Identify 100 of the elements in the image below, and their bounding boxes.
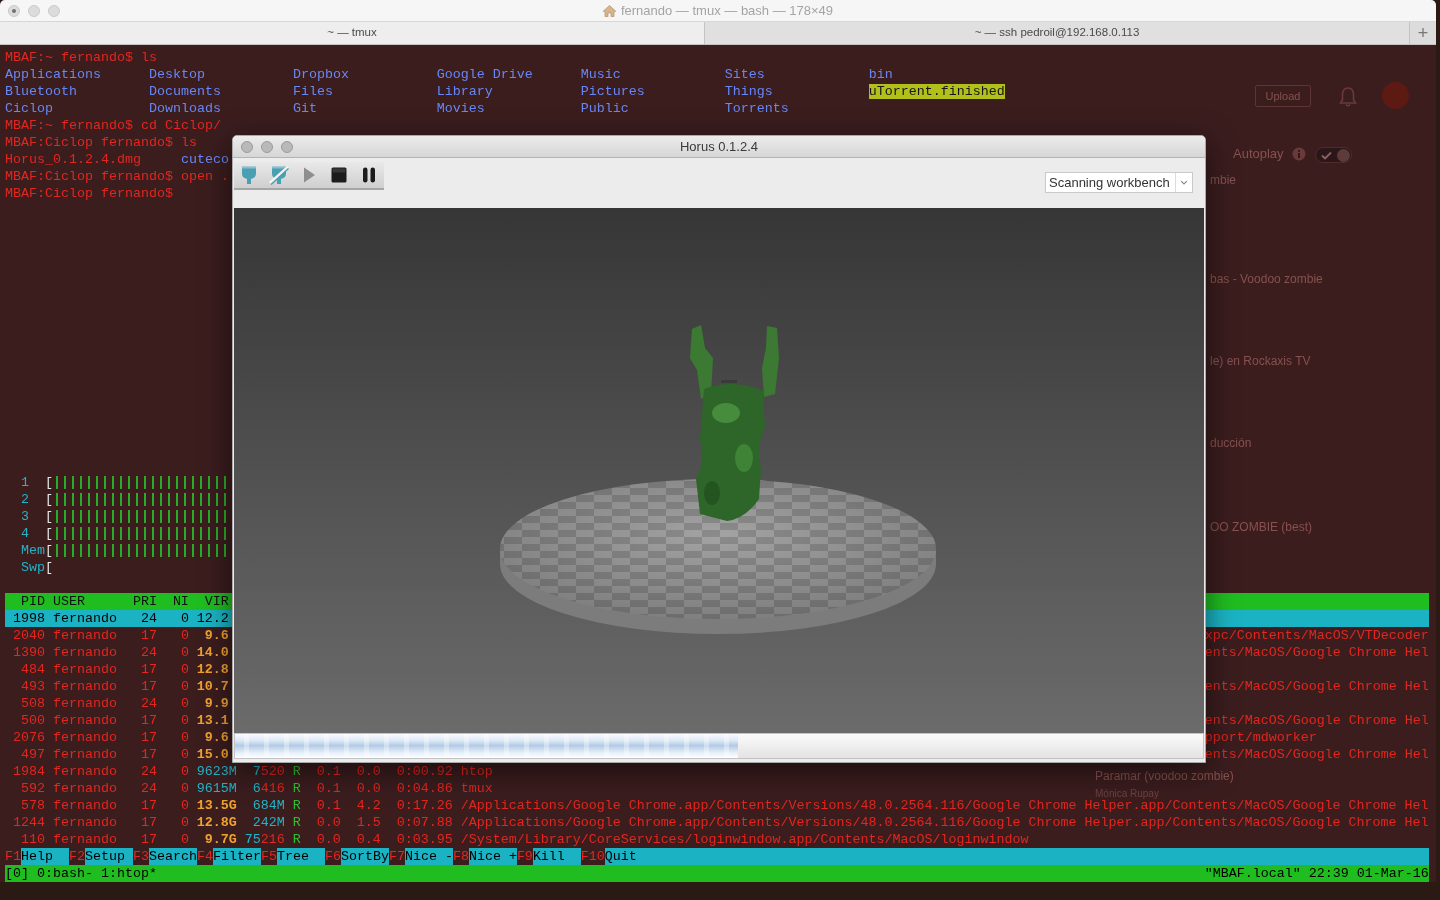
meter-label: Mem — [21, 542, 45, 559]
table-cell-text: 9.6 — [203, 627, 229, 644]
minimize-button[interactable] — [28, 4, 40, 17]
table-cell: /Applications/Google Chrome.app/Contents/Versions/48.0.2564.116/Google Chrome Helper.app/Contents/MacOS/Google Chrome Hel — [460, 814, 1429, 831]
table-cell-text: 24 — [139, 780, 157, 797]
directory-name[interactable]: bin — [868, 67, 893, 82]
table-cell-text: 0 — [179, 729, 189, 746]
window-tab[interactable]: 1:htop* — [100, 865, 157, 882]
function-key-button[interactable]: F6SortBy — [324, 848, 389, 865]
table-cell-text: 0 — [179, 763, 189, 780]
table-cell-text: 0 — [179, 780, 189, 797]
file-name[interactable]: Horus_0.1.2.4.dmg — [5, 152, 141, 167]
function-key-button[interactable]: F5Tree — [260, 848, 325, 865]
table-cell: 14.0 — [196, 644, 229, 661]
function-key-button[interactable]: F10Quit — [580, 848, 645, 865]
column-header[interactable]: PID — [5, 593, 45, 610]
directory-name[interactable]: Sites — [724, 67, 765, 82]
directory-name[interactable]: Desktop — [148, 67, 205, 82]
directory-name[interactable]: uTorrent.finished — [868, 84, 1005, 99]
bell-icon[interactable] — [1338, 86, 1358, 108]
avatar-circle[interactable] — [1382, 82, 1409, 109]
table-cell: htop — [460, 763, 493, 780]
directory-name[interactable]: Torrents — [724, 101, 789, 116]
directory-name[interactable]: Files — [292, 84, 333, 99]
table-cell-text: 4.2 — [355, 797, 381, 814]
meter-bracket: [ — [44, 559, 53, 576]
video-title[interactable]: le) en Rockaxis TV — [1210, 354, 1311, 368]
meter-bracket: [ — [44, 525, 53, 542]
column-header[interactable]: PRI — [132, 593, 157, 610]
connect-button[interactable] — [239, 165, 259, 185]
table-cell-text: 17 — [139, 746, 157, 763]
shell-command-line: MBAF:~ fernando$ ls — [5, 49, 157, 66]
table-cell-text: 0.0 — [315, 831, 341, 848]
table-cell: 10.7 — [196, 678, 229, 695]
function-key-button[interactable]: F2Setup — [69, 848, 133, 865]
table-cell-text: fernando — [52, 763, 118, 780]
directory-name[interactable]: Movies — [436, 101, 485, 116]
table-cell-text: 17 — [139, 831, 157, 848]
directory-name[interactable]: Downloads — [148, 101, 221, 116]
directory-name[interactable]: Git — [292, 101, 317, 116]
directory-name[interactable]: Applications — [5, 67, 101, 82]
directory-name[interactable]: Documents — [148, 84, 221, 99]
workbench-select[interactable]: Scanning workbench — [1045, 172, 1193, 193]
table-cell-text: 24 — [139, 610, 157, 627]
table-cell-text: 9.7G — [203, 831, 237, 848]
function-key-button[interactable]: F3Search — [132, 848, 197, 865]
column-header[interactable]: USER — [52, 593, 125, 610]
table-cell-text: 0 — [179, 746, 189, 763]
directory-name[interactable]: Google Drive — [436, 67, 533, 82]
window-tab[interactable]: 0:bash- — [37, 865, 93, 882]
zoom-button[interactable] — [281, 140, 293, 153]
table-cell: 75216 — [244, 831, 285, 848]
directory-name[interactable]: Pictures — [580, 84, 645, 99]
table-cell: 15.0 — [196, 746, 229, 763]
directory-name[interactable]: Library — [436, 84, 493, 99]
minimize-button[interactable] — [261, 140, 273, 153]
table-cell: R — [292, 763, 301, 780]
meter-label: 3 — [21, 508, 30, 525]
table-cell: R — [292, 780, 301, 797]
directory-name[interactable]: Public — [580, 101, 629, 116]
directory-name[interactable]: Music — [580, 67, 621, 82]
tab[interactable]: ~ — tmux — [0, 22, 705, 44]
table-cell: ents/MacOS/Google Chrome Hel — [1204, 644, 1429, 661]
column-header[interactable]: NI — [164, 593, 189, 610]
video-title[interactable]: bas - Voodoo zombie — [1210, 272, 1323, 286]
table-cell-text: 0 — [179, 712, 189, 729]
zoom-button[interactable] — [48, 4, 60, 17]
table-cell-text: 2076 — [12, 729, 45, 746]
info-icon[interactable] — [1292, 147, 1306, 161]
directory-name[interactable]: cuteco — [180, 152, 229, 167]
directory-name[interactable]: Dropbox — [292, 67, 349, 82]
status-info: "MBAF.local" 22:39 01-Mar-16 — [1204, 865, 1429, 882]
table-cell-text: fernando — [52, 729, 118, 746]
tab[interactable]: ~ — ssh pedroil@192.168.0.113 — [705, 22, 1410, 44]
table-cell-text: fernando — [52, 746, 118, 763]
stop-button[interactable] — [329, 165, 349, 185]
new-tab-button[interactable]: + — [1410, 22, 1436, 44]
table-cell-text: 0.0 — [315, 814, 341, 831]
table-cell-text: 24 — [139, 644, 157, 661]
directory-name[interactable]: Ciclop — [5, 101, 53, 116]
video-title[interactable]: OO ZOMBIE (best) — [1210, 520, 1312, 534]
upload-button[interactable]: Upload — [1255, 85, 1311, 107]
selected-process-row[interactable]: 1998 fernando 24 0 12.2 — [5, 610, 232, 627]
column-header[interactable]: VIR — [196, 593, 229, 610]
function-key-button[interactable]: F8Nice + — [452, 848, 517, 865]
directory-name[interactable]: Things — [724, 84, 773, 99]
table-cell-text: 508 — [20, 695, 45, 712]
close-button[interactable] — [241, 140, 253, 153]
table-cell-text: 6416 — [251, 780, 285, 797]
autoplay-toggle[interactable] — [1315, 147, 1352, 163]
window-title: Horus 0.1.2.4 — [679, 137, 758, 156]
directory-name[interactable]: Bluetooth — [5, 84, 77, 99]
check-icon — [1321, 150, 1332, 160]
window-title: fernando — tmux — bash — 178×49 — [620, 1, 834, 20]
table-cell-text: 0 — [179, 831, 189, 848]
close-button[interactable] — [8, 4, 20, 17]
function-key-button[interactable]: F1Help — [5, 848, 69, 865]
stop-icon — [329, 165, 349, 185]
disconnect-button[interactable] — [269, 165, 289, 185]
selected-row-highlight[interactable] — [1205, 610, 1429, 627]
